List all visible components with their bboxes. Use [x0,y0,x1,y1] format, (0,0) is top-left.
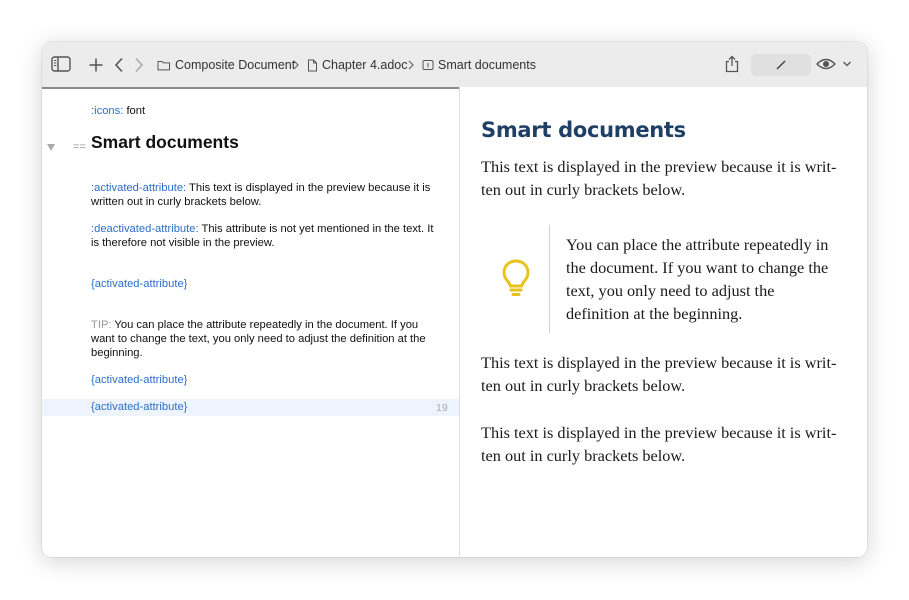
chevron-left-icon [114,57,123,73]
preview-paragraph: This text is displayed in the preview be… [481,157,837,199]
chevron-right-icon [293,60,299,70]
breadcrumb-separator [292,56,300,74]
preview-paragraph: This text is displayed in the preview be… [481,353,837,395]
fold-toggle-button[interactable] [46,139,56,157]
breadcrumb-section-label: Smart documents [438,58,536,72]
tip-divider [549,225,550,333]
share-button[interactable] [725,55,739,73]
preview-pane: Smart documents This text is displayed i… [460,87,867,557]
toolbar: Composite Document Chapter 4.adoc Smart … [42,42,867,88]
attribute-reference: {activated-attribute} [91,278,188,290]
attribute-name: :deactivated-attribute: [91,223,199,235]
back-button[interactable] [113,57,125,73]
attribute-reference: {activated-attribute} [91,374,188,386]
breadcrumb-folder-label: Composite Document [175,58,296,72]
tip-text: You can place the attribute repeatedly i… [91,319,426,359]
sidebar-toggle-button[interactable] [51,56,71,72]
breadcrumb-file[interactable]: Chapter 4.adoc [307,56,407,74]
share-icon [725,55,739,73]
deactivated-attribute-line: :deactivated-attribute: This attribute i… [91,223,436,251]
attribute-value: font [123,105,146,117]
breadcrumb-section[interactable]: Smart documents [422,56,536,74]
forward-button[interactable] [133,57,145,73]
plus-icon [89,58,103,72]
attribute-reference: {activated-attribute} [91,401,188,413]
tip-label: TIP: [91,319,112,331]
pencil-icon [776,60,786,70]
chevron-right-icon [408,60,414,70]
lightbulb-icon [502,259,530,302]
tip-admonition-line: TIP: You can place the attribute repeate… [91,319,436,360]
attribute-name: :icons: [91,105,124,117]
preview-title: Smart documents [481,118,686,142]
disclosure-triangle-icon [47,144,55,151]
chevron-down-icon [843,61,851,67]
app-window: Composite Document Chapter 4.adoc Smart … [42,42,867,557]
chevron-right-icon [135,57,144,73]
editor-top-border [42,87,459,89]
section-icon [422,60,434,70]
eye-icon [816,58,836,70]
preview-options-dropdown[interactable] [842,60,852,68]
editor-pane[interactable]: :icons: font == Smart documents :activat… [42,87,460,557]
folder-icon [157,61,170,71]
add-button[interactable] [88,57,104,73]
edit-mode-button[interactable] [751,54,811,76]
icons-attribute-line: :icons: font [91,105,436,119]
sidebar-icon [51,56,71,72]
activated-attribute-line: :activated-attribute: This text is displ… [91,182,436,210]
breadcrumb-folder[interactable]: Composite Document [157,56,295,74]
document-icon [308,59,317,71]
breadcrumb-file-label: Chapter 4.adoc [322,58,408,72]
heading-marker: == [73,141,86,153]
preview-paragraph: This text is displayed in the preview be… [481,423,837,465]
preview-mode-button[interactable] [816,57,836,71]
breadcrumb-separator [407,56,415,74]
attribute-name: :activated-attribute: [91,182,187,194]
preview-tip-text: You can place the attribute repeatedly i… [566,235,829,323]
line-number: 19 [436,402,448,414]
editor-heading: Smart documents [91,132,239,152]
